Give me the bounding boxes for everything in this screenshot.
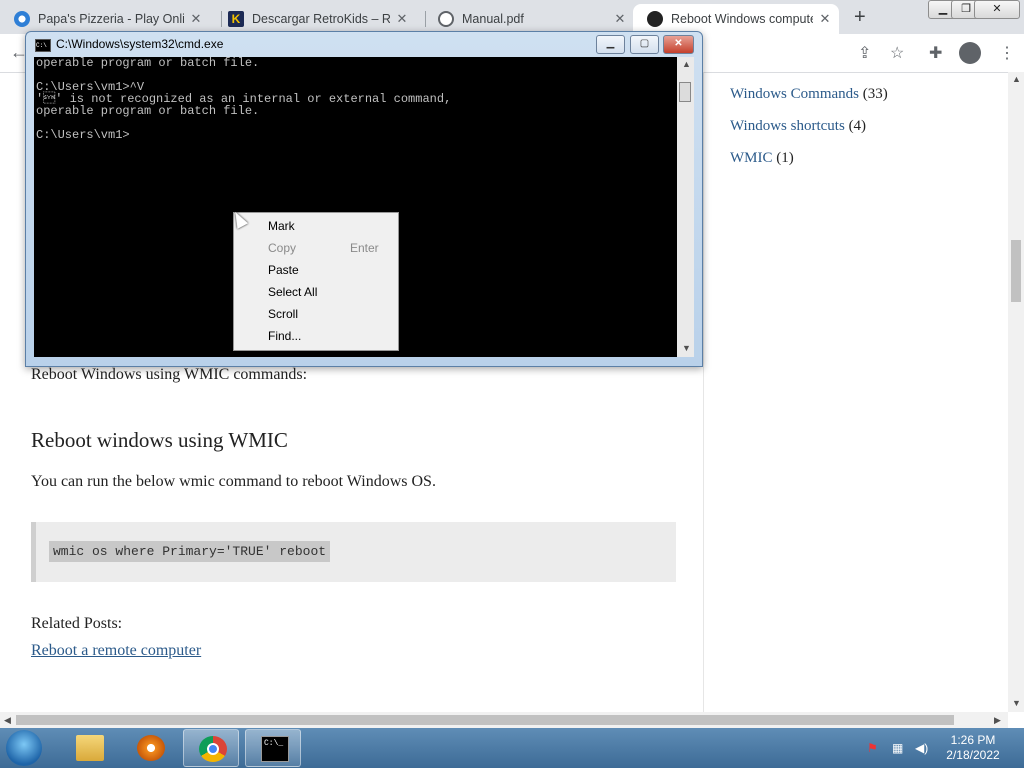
network-icon[interactable]: ▦ xyxy=(892,741,903,755)
windows-taskbar: C:\_ ⚑ ▦ ◀) 1:26 PM 2/18/2022 xyxy=(0,728,1024,768)
close-button[interactable]: ✕ xyxy=(663,35,694,54)
site-favicon-icon xyxy=(647,11,663,27)
tab-reboot-windows[interactable]: Reboot Windows computer ✕ xyxy=(633,4,839,34)
folder-icon xyxy=(76,735,104,761)
code-snippet[interactable]: wmic os where Primary='TRUE' reboot xyxy=(49,541,331,562)
globe-icon xyxy=(438,11,454,27)
extensions-puzzle-icon[interactable]: ✚ xyxy=(929,43,942,63)
scroll-down-arrow-icon[interactable]: ▼ xyxy=(1012,698,1021,708)
papas-pizzeria-favicon-icon xyxy=(14,11,30,27)
menu-item-label: Copy xyxy=(268,241,297,255)
category-item: WMIC (1) xyxy=(730,150,888,182)
more-menu-icon[interactable]: ⋮ xyxy=(999,43,1015,63)
scrollbar-thumb[interactable] xyxy=(1011,240,1021,302)
taskbar-media-player[interactable] xyxy=(122,729,178,767)
tab-title: Papa's Pizzeria - Play Online xyxy=(38,12,184,26)
scroll-down-arrow-icon[interactable]: ▼ xyxy=(682,343,691,353)
tab-manual-pdf[interactable]: Manual.pdf ✕ xyxy=(424,4,634,34)
browser-tab-strip: Papa's Pizzeria - Play Online ✕ K Descar… xyxy=(0,0,1024,34)
console-context-menu: Mark Copy Enter Paste Select All Scroll … xyxy=(233,212,399,351)
tab-title: Reboot Windows computer xyxy=(671,12,813,26)
console-scrollbar[interactable]: ▲ ▼ xyxy=(677,57,694,357)
category-link[interactable]: Windows Commands xyxy=(730,86,859,102)
menu-item-label: Select All xyxy=(268,285,318,299)
scroll-right-arrow-icon[interactable]: ▶ xyxy=(994,715,1001,726)
system-clock[interactable]: 1:26 PM 2/18/2022 xyxy=(938,733,1008,763)
tab-title: Descargar RetroKids – Retro xyxy=(252,12,390,26)
category-count: (4) xyxy=(848,118,867,134)
clock-date: 2/18/2022 xyxy=(946,748,1000,762)
menu-item-shortcut: Enter xyxy=(350,241,379,255)
close-tab-icon[interactable]: ✕ xyxy=(817,11,833,27)
menu-item-label: Find... xyxy=(268,329,302,343)
page-vertical-scrollbar[interactable]: ▲ ▼ xyxy=(1008,72,1024,712)
tab-retrokids[interactable]: K Descargar RetroKids – Retro ✕ xyxy=(214,4,424,34)
menu-item-label: Mark xyxy=(268,219,295,233)
menu-item-paste[interactable]: Paste xyxy=(268,263,299,277)
scrollbar-thumb[interactable] xyxy=(16,715,954,725)
cmd-window-title: C:\Windows\system32\cmd.exe xyxy=(56,37,224,51)
tab-papas-pizzeria[interactable]: Papa's Pizzeria - Play Online ✕ xyxy=(0,4,220,34)
scroll-left-arrow-icon[interactable]: ◀ xyxy=(4,715,11,726)
page-horizontal-scrollbar[interactable]: ◀ ▶ xyxy=(0,712,1008,728)
media-player-icon xyxy=(137,735,165,761)
content-divider xyxy=(703,72,704,712)
profile-avatar-icon[interactable] xyxy=(959,42,981,64)
cmd-icon: C:\_ xyxy=(261,736,289,762)
menu-item-label: Scroll xyxy=(268,307,299,321)
tab-title: Manual.pdf xyxy=(462,12,524,26)
sidebar-categories: Windows Commands (33) Windows shortcuts … xyxy=(730,86,888,182)
menu-item-mark[interactable]: Mark xyxy=(268,219,295,233)
new-tab-button[interactable]: + xyxy=(854,6,866,29)
close-window-icon[interactable]: ✕ xyxy=(974,0,1020,19)
minimize-button[interactable]: ▁ xyxy=(596,35,625,54)
clock-time: 1:26 PM xyxy=(950,733,996,747)
bookmark-star-icon[interactable]: ☆ xyxy=(890,43,904,63)
volume-icon[interactable]: ◀) xyxy=(915,741,928,755)
related-posts-label: Related Posts: xyxy=(31,615,123,632)
retrokids-favicon-icon: K xyxy=(228,11,244,27)
share-icon[interactable]: ⇪ xyxy=(858,43,871,63)
taskbar-cmd[interactable]: C:\_ xyxy=(245,729,301,767)
maximize-button[interactable]: ▢ xyxy=(630,35,659,54)
category-item: Windows Commands (33) xyxy=(730,86,888,118)
category-item: Windows shortcuts (4) xyxy=(730,118,888,150)
menu-item-label: Paste xyxy=(268,263,299,277)
section-heading: Reboot windows using WMIC xyxy=(31,428,288,452)
close-tab-icon[interactable]: ✕ xyxy=(394,11,410,27)
article-intro: Reboot Windows using WMIC commands: xyxy=(31,366,308,383)
scrollbar-thumb[interactable] xyxy=(679,82,691,102)
taskbar-explorer[interactable] xyxy=(61,729,117,767)
close-tab-icon[interactable]: ✕ xyxy=(188,11,204,27)
category-link[interactable]: WMIC xyxy=(730,150,773,166)
menu-item-scroll[interactable]: Scroll xyxy=(268,307,298,321)
taskbar-chrome[interactable] xyxy=(183,729,239,767)
section-description: You can run the below wmic command to re… xyxy=(31,473,436,490)
menu-item-select-all[interactable]: Select All xyxy=(268,285,317,299)
related-post-link[interactable]: Reboot a remote computer xyxy=(31,642,201,660)
console-output: operable program or batch file. C:\Users… xyxy=(36,56,452,142)
category-count: (1) xyxy=(776,150,794,166)
action-center-flag-icon[interactable]: ⚑ xyxy=(867,741,878,755)
code-block: wmic os where Primary='TRUE' reboot xyxy=(31,522,676,582)
chrome-center xyxy=(207,743,219,755)
chrome-icon xyxy=(199,736,227,762)
menu-item-find[interactable]: Find... xyxy=(268,329,301,343)
menu-item-copy[interactable]: Copy Enter xyxy=(268,241,379,255)
category-link[interactable]: Windows shortcuts xyxy=(730,118,845,134)
close-tab-icon[interactable]: ✕ xyxy=(612,11,628,27)
start-button-icon[interactable] xyxy=(6,730,42,766)
scroll-up-arrow-icon[interactable]: ▲ xyxy=(1012,74,1021,84)
scroll-up-arrow-icon[interactable]: ▲ xyxy=(682,59,691,69)
cmd-window-icon: C:\ xyxy=(35,39,51,52)
category-count: (33) xyxy=(862,86,888,102)
